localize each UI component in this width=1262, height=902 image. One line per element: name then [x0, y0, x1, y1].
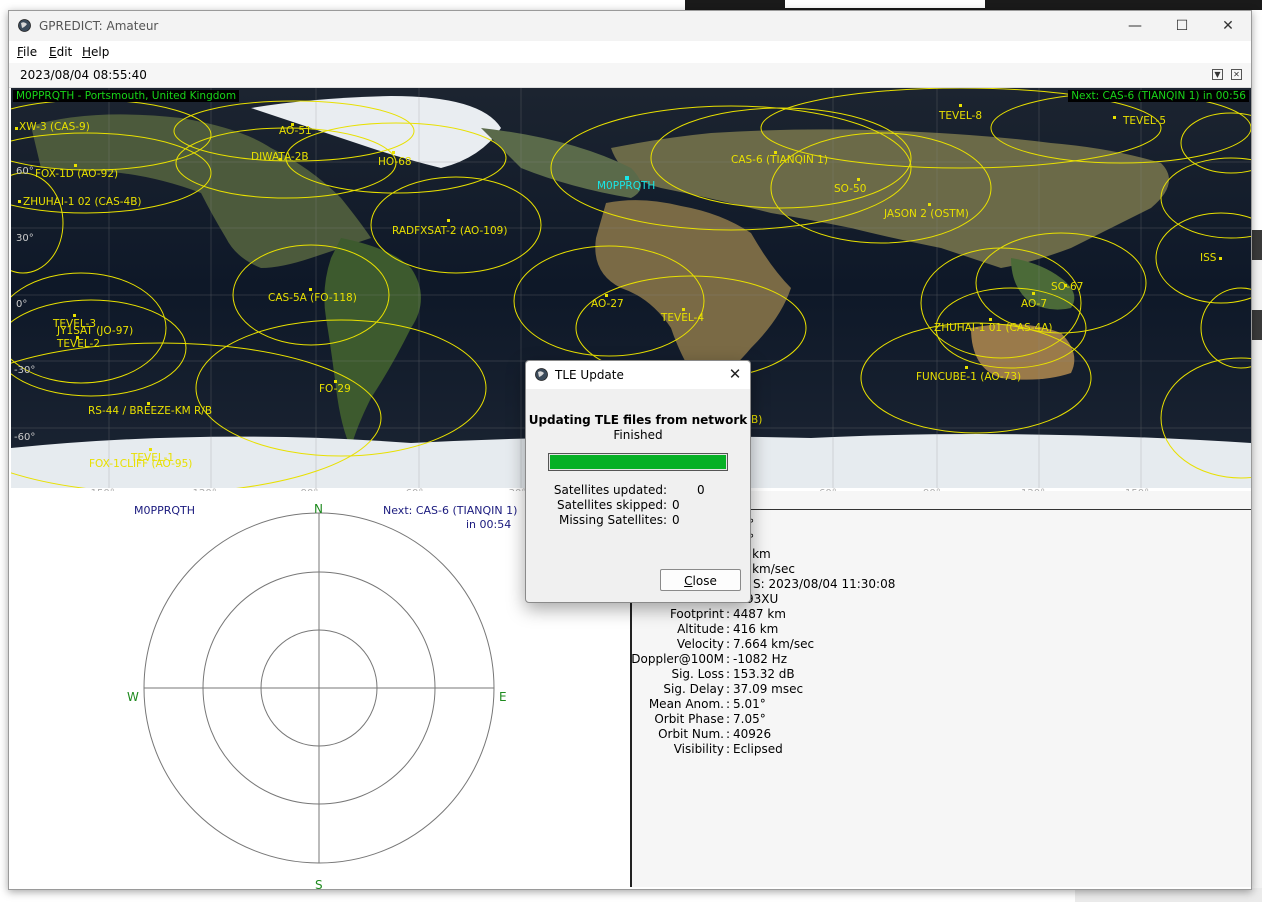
sat-label[interactable]: AO-51 [279, 125, 312, 137]
menu-file[interactable]: File [17, 45, 37, 59]
dropdown-icon: ▼ [1214, 70, 1221, 79]
stat-updated: Satellites updated: 0 [553, 483, 705, 497]
stat-missing: Missing Satellites: 0 [558, 513, 680, 527]
detail-row-doppler: Doppler@100M: -1082 Hz [631, 652, 788, 666]
polar-next-time: in 00:54 [466, 518, 512, 531]
sat-label[interactable]: AO-7 [1021, 298, 1047, 310]
detail-row-sig-loss: Sig. Loss:153.32 dB [671, 667, 795, 681]
module-close-button[interactable]: ✕ [1231, 69, 1242, 80]
sat-label[interactable]: JY1SAT (JO-97) [57, 325, 133, 337]
dialog-heading: Updating TLE files from network [528, 413, 748, 427]
next-event-label: Next: CAS-6 (TIANQIN 1) in 00:56 [1068, 90, 1249, 102]
title-bar[interactable]: GPREDICT: Amateur — ☐ ✕ [9, 11, 1251, 41]
detail-row-footprint: Footprint:4487 km [669, 607, 786, 621]
polar-next-event: Next: CAS-6 (TIANQIN 1) [383, 504, 518, 517]
current-datetime: 2023/08/04 08:55:40 [20, 68, 147, 82]
detail-row-visibility: Visibility: Eclipsed [673, 742, 783, 756]
maximize-icon: ☐ [1175, 18, 1189, 34]
qth-info-label: M0PPRQTH - Portsmouth, United Kingdom [13, 90, 240, 102]
sat-label[interactable]: CAS-5A (FO-118) [268, 292, 357, 304]
menu-edit[interactable]: Edit [49, 45, 72, 59]
compass-south: S [315, 878, 323, 890]
background-taskbar-edge [1075, 888, 1262, 902]
sat-label[interactable]: CAS-6 (TIANQIN 1) [731, 154, 828, 166]
close-button[interactable]: Close [660, 569, 741, 591]
menu-file-label: ile [23, 45, 38, 59]
dialog-title: TLE Update [555, 368, 624, 382]
progress-fill [550, 455, 726, 469]
sat-label[interactable]: TEVEL-2 [57, 338, 100, 350]
menu-edit-mnemonic: E [49, 45, 57, 59]
minimize-icon: — [1128, 18, 1142, 34]
detail-row-mean-anom: Mean Anom.:5.01° [648, 697, 766, 711]
close-small-icon: ✕ [1233, 70, 1240, 79]
sat-label[interactable]: ZHUHAI-1 02 (CAS-4B) [23, 196, 142, 208]
sat-label[interactable]: DIWATA-2B [251, 151, 309, 163]
maximize-button[interactable]: ☐ [1159, 11, 1205, 41]
compass-west: W [127, 690, 139, 704]
background-tab [785, 0, 985, 8]
qth-map-label: M0PPRQTH [597, 180, 656, 192]
sat-label[interactable]: ZHUHAI-1 01 (CAS-4A) [934, 322, 1052, 334]
sat-label[interactable]: TEVEL-1 [131, 452, 174, 464]
polar-qth-label: M0PPRQTH [134, 504, 196, 517]
dialog-status: Finished [613, 428, 663, 442]
window-title: GPREDICT: Amateur [39, 19, 159, 33]
detail-row-orbit-phase: Orbit Phase:7.05° [654, 712, 766, 726]
detail-row-altitude: Altitude:416 km [677, 622, 779, 636]
sat-label[interactable]: FUNCUBE-1 (AO-73) [916, 371, 1021, 383]
close-button-mnemonic: C [684, 574, 693, 588]
compass-east: E [499, 690, 507, 704]
sat-label[interactable]: RADFXSAT-2 (AO-109) [392, 225, 507, 237]
progress-bar [548, 453, 728, 471]
menu-help-label: elp [91, 45, 110, 59]
dialog-title-bar[interactable]: TLE Update ✕ [526, 361, 750, 389]
stat-skipped: Satellites skipped: 0 [556, 498, 680, 512]
compass-north: N [314, 502, 323, 516]
menu-edit-label: dit [56, 45, 73, 59]
tle-update-dialog: TLE Update ✕ Updating TLE files from net… [525, 360, 751, 603]
detail-row-sig-delay: Sig. Delay:37.09 msec [663, 682, 804, 696]
close-button-label: lose [692, 574, 717, 588]
module-header: 2023/08/04 08:55:40 ▼ ✕ [9, 63, 1251, 88]
sat-label[interactable]: ISS [1200, 252, 1216, 264]
globe-icon [18, 19, 31, 32]
close-icon: ✕ [1222, 18, 1234, 34]
detail-row-orbit-num: Orbit Num.:40926 [658, 727, 772, 741]
background-window-strip [685, 0, 1262, 10]
globe-icon [535, 368, 548, 381]
sat-label[interactable]: FO-29 [319, 383, 351, 395]
sat-label[interactable]: FOX-1D (AO-92) [35, 168, 118, 180]
sat-label[interactable]: AO-27 [591, 298, 624, 310]
sat-label[interactable]: TEVEL-8 [939, 110, 982, 122]
sat-label[interactable]: TEVEL-4 [661, 312, 704, 324]
detail-row-velocity: Velocity:7.664 km/sec [676, 637, 815, 651]
close-window-button[interactable]: ✕ [1205, 11, 1251, 41]
menu-help-mnemonic: H [82, 45, 92, 59]
minimize-button[interactable]: — [1112, 11, 1158, 41]
sat-label[interactable]: B) [751, 414, 762, 426]
sat-label[interactable]: RS-44 / BREEZE-KM R/B [88, 405, 212, 417]
module-options-button[interactable]: ▼ [1212, 69, 1223, 80]
sat-label[interactable]: JASON 2 (OSTM) [884, 208, 969, 220]
menu-bar: File Edit Help [9, 41, 1251, 63]
sat-label[interactable]: HO-68 [378, 156, 412, 168]
menu-help[interactable]: Help [82, 45, 109, 59]
dialog-close-icon[interactable]: ✕ [726, 365, 744, 383]
sat-label[interactable]: SO-50 [834, 183, 866, 195]
sat-label[interactable]: SO-67 [1051, 281, 1083, 293]
sat-label[interactable]: TEVEL-5 [1123, 115, 1166, 127]
sat-label[interactable]: XW-3 (CAS-9) [19, 121, 90, 133]
